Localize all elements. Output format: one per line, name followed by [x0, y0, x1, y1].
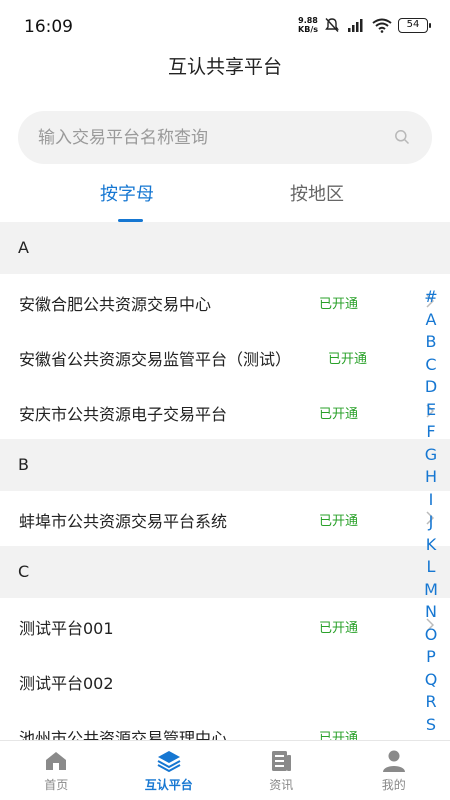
- tab-bar: 按字母 按地区: [0, 172, 450, 224]
- search-icon[interactable]: [394, 129, 410, 145]
- platform-name: 池州市公共资源交易管理中心: [19, 729, 228, 740]
- section-header-c: C: [0, 546, 450, 598]
- nav-me[interactable]: 我的: [338, 741, 450, 800]
- nav-me-label: 我的: [381, 778, 406, 792]
- list-item[interactable]: 测试平台001 已开通: [0, 598, 450, 653]
- list-item[interactable]: 蚌埠市公共资源交易平台系统 已开通: [0, 491, 450, 546]
- index-letter-p[interactable]: P: [426, 646, 436, 669]
- index-letter-r[interactable]: R: [425, 691, 436, 714]
- index-letter-a[interactable]: A: [426, 309, 437, 332]
- index-letter-c[interactable]: C: [425, 354, 436, 377]
- index-letter-l[interactable]: L: [427, 556, 436, 579]
- list-item[interactable]: 测试平台002: [0, 653, 450, 708]
- user-icon: [382, 750, 405, 772]
- index-letter-f[interactable]: F: [426, 421, 435, 444]
- index-letter-k[interactable]: K: [426, 534, 437, 557]
- platform-name: 测试平台002: [19, 674, 114, 693]
- index-letter-b[interactable]: B: [426, 331, 437, 354]
- page-title: 互认共享平台: [167, 56, 282, 78]
- section-header-a: A: [0, 222, 450, 274]
- index-letter-g[interactable]: G: [425, 444, 437, 467]
- nav-platform-label: 互认平台: [144, 778, 193, 792]
- index-letter-hash[interactable]: #: [424, 286, 437, 309]
- search-bar[interactable]: [18, 111, 432, 164]
- network-speed-value: 9.88: [298, 16, 318, 25]
- nav-platform[interactable]: 互认平台: [113, 741, 226, 800]
- index-letter-n[interactable]: N: [425, 601, 437, 624]
- platform-name: 蚌埠市公共资源交易平台系统: [19, 512, 228, 531]
- nav-news[interactable]: 资讯: [225, 741, 338, 800]
- index-letter-d[interactable]: D: [425, 376, 437, 399]
- index-letter-e[interactable]: E: [426, 399, 436, 422]
- index-letter-h[interactable]: H: [425, 466, 437, 489]
- index-letter-q[interactable]: Q: [425, 669, 438, 692]
- nav-home-label: 首页: [44, 778, 69, 792]
- list-item[interactable]: 安徽省公共资源交易监管平台（测试） 已开通: [0, 329, 450, 384]
- layers-icon: [157, 751, 181, 773]
- status-badge: 已开通: [319, 514, 359, 529]
- home-icon: [46, 752, 67, 770]
- platform-name: 安庆市公共资源电子交易平台: [19, 405, 228, 424]
- alphabet-index[interactable]: # A B C D E F G H I J K L M N O P Q R S …: [424, 286, 438, 756]
- section-header-b: B: [0, 439, 450, 491]
- list-item[interactable]: 安庆市公共资源电子交易平台 已开通: [0, 384, 450, 439]
- index-letter-i[interactable]: I: [429, 489, 434, 512]
- news-icon: [272, 751, 292, 771]
- network-speed-unit: KB/s: [298, 25, 318, 34]
- list-item[interactable]: 池州市公共资源交易管理中心 已开通: [0, 708, 450, 740]
- platform-list: A 安徽合肥公共资源交易中心 已开通 安徽省公共资源交易监管平台（测试） 已开通…: [0, 222, 450, 740]
- platform-name: 测试平台001: [19, 619, 114, 638]
- platform-name: 安徽合肥公共资源交易中心: [19, 295, 212, 314]
- index-letter-j[interactable]: J: [429, 511, 434, 534]
- status-badge: 已开通: [319, 731, 359, 740]
- tab-by-letter[interactable]: 按字母: [100, 180, 154, 206]
- search-input[interactable]: [38, 111, 378, 164]
- platform-name: 安徽省公共资源交易监管平台（测试）: [19, 350, 292, 369]
- status-badge: 已开通: [328, 352, 368, 367]
- status-time: 16:09: [24, 17, 73, 37]
- signal-icon: [348, 19, 363, 32]
- index-letter-s[interactable]: S: [426, 714, 436, 737]
- nav-news-label: 资讯: [269, 778, 294, 792]
- status-badge: 已开通: [319, 621, 359, 636]
- status-badge: 已开通: [319, 297, 359, 312]
- bottom-nav: 首页 互认平台 资讯 我的: [0, 740, 450, 800]
- wifi-icon: [372, 18, 392, 33]
- list-item[interactable]: 安徽合肥公共资源交易中心 已开通: [0, 274, 450, 329]
- status-icons: 9.88 KB/s 54: [298, 16, 431, 34]
- status-bar: 16:09 9.88 KB/s 54: [0, 0, 450, 48]
- tab-by-region[interactable]: 按地区: [290, 180, 344, 206]
- network-speed: 9.88 KB/s: [298, 16, 318, 34]
- status-badge: 已开通: [319, 407, 359, 422]
- index-letter-m[interactable]: M: [424, 579, 438, 602]
- battery-indicator: 54: [398, 17, 431, 33]
- mute-bell-icon: [325, 18, 339, 32]
- nav-home[interactable]: 首页: [0, 741, 113, 800]
- index-letter-o[interactable]: O: [425, 624, 438, 647]
